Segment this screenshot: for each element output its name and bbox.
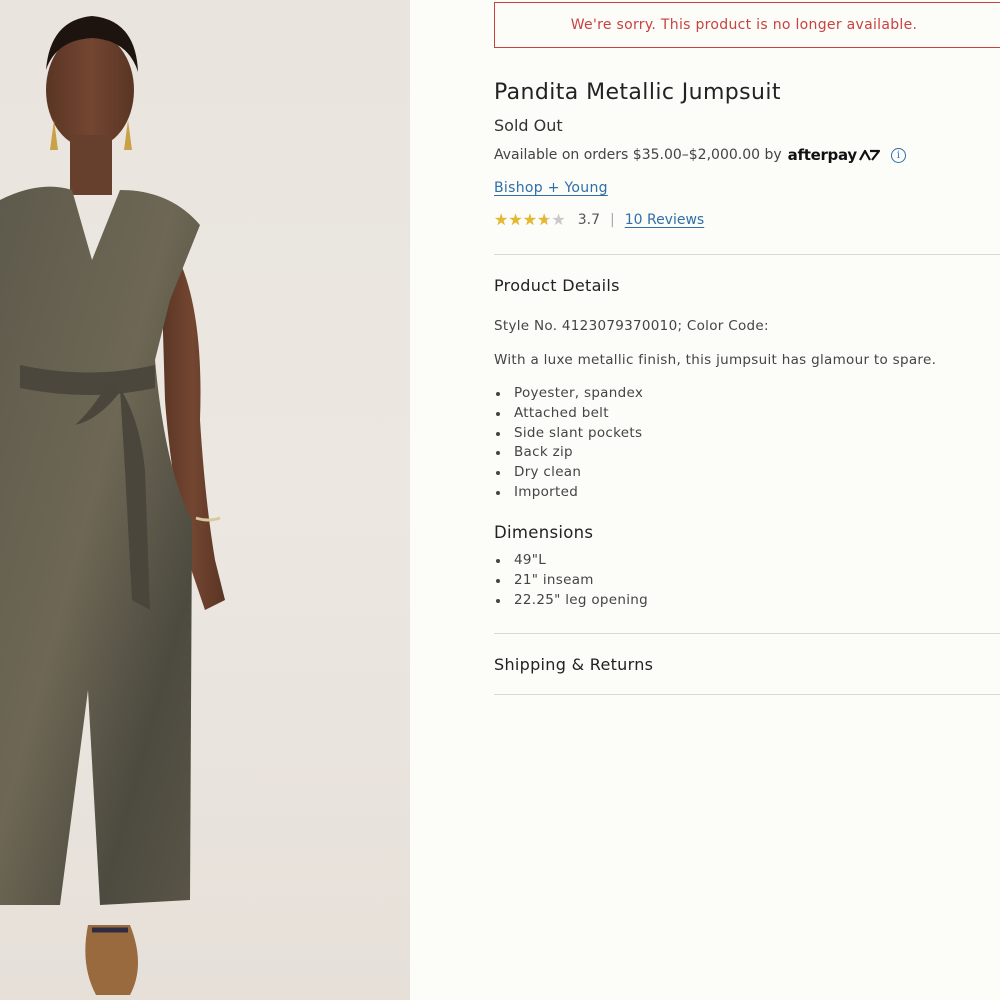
star-rating: ★★★★★ ★★★★★ — [494, 212, 566, 228]
reviews-link[interactable]: 10 Reviews — [625, 212, 705, 228]
rating-row: ★★★★★ ★★★★★ 3.7 | 10 Reviews — [494, 212, 705, 229]
list-item: 49"L — [494, 551, 648, 571]
product-image — [0, 0, 410, 1000]
list-item: Side slant pockets — [494, 424, 643, 444]
stock-status: Sold Out — [494, 116, 563, 135]
shipping-returns-heading[interactable]: Shipping & Returns — [494, 655, 653, 674]
list-item: Attached belt — [494, 404, 643, 424]
details-list: Poyester, spandex Attached belt Side sla… — [494, 384, 643, 503]
star-rating-filled-icon: ★★★★★ — [494, 212, 548, 228]
divider — [494, 254, 1000, 255]
product-title: Pandita Metallic Jumpsuit — [494, 80, 781, 105]
afterpay-arrows-icon — [858, 149, 880, 161]
rating-value: 3.7 — [577, 212, 600, 228]
afterpay-logo: afterpay — [787, 146, 857, 164]
divider — [494, 694, 1000, 695]
list-item: 21" inseam — [494, 571, 648, 591]
style-number: Style No. 4123079370010; Color Code: — [494, 318, 769, 334]
afterpay-text: Available on orders $35.00–$2,000.00 by — [494, 147, 782, 163]
unavailable-alert-message: We're sorry. This product is no longer a… — [570, 17, 918, 33]
dimensions-heading: Dimensions — [494, 523, 594, 542]
info-icon[interactable]: i — [890, 147, 906, 163]
unavailable-alert: We're sorry. This product is no longer a… — [494, 2, 1000, 48]
model-photo-icon — [0, 16, 225, 995]
list-item: 22.25" leg opening — [494, 591, 648, 611]
divider — [494, 633, 1000, 634]
list-item: Back zip — [494, 443, 643, 463]
afterpay-info: Available on orders $35.00–$2,000.00 by … — [494, 146, 906, 164]
list-item: Poyester, spandex — [494, 384, 643, 404]
rating-separator: | — [609, 212, 615, 228]
product-details-heading[interactable]: Product Details — [494, 276, 620, 295]
dimensions-list: 49"L 21" inseam 22.25" leg opening — [494, 551, 648, 610]
brand-link[interactable]: Bishop + Young — [494, 180, 608, 196]
product-info-panel: We're sorry. This product is no longer a… — [494, 0, 1000, 1000]
list-item: Dry clean — [494, 463, 643, 483]
list-item: Imported — [494, 483, 643, 503]
product-description: With a luxe metallic finish, this jumpsu… — [494, 352, 937, 368]
